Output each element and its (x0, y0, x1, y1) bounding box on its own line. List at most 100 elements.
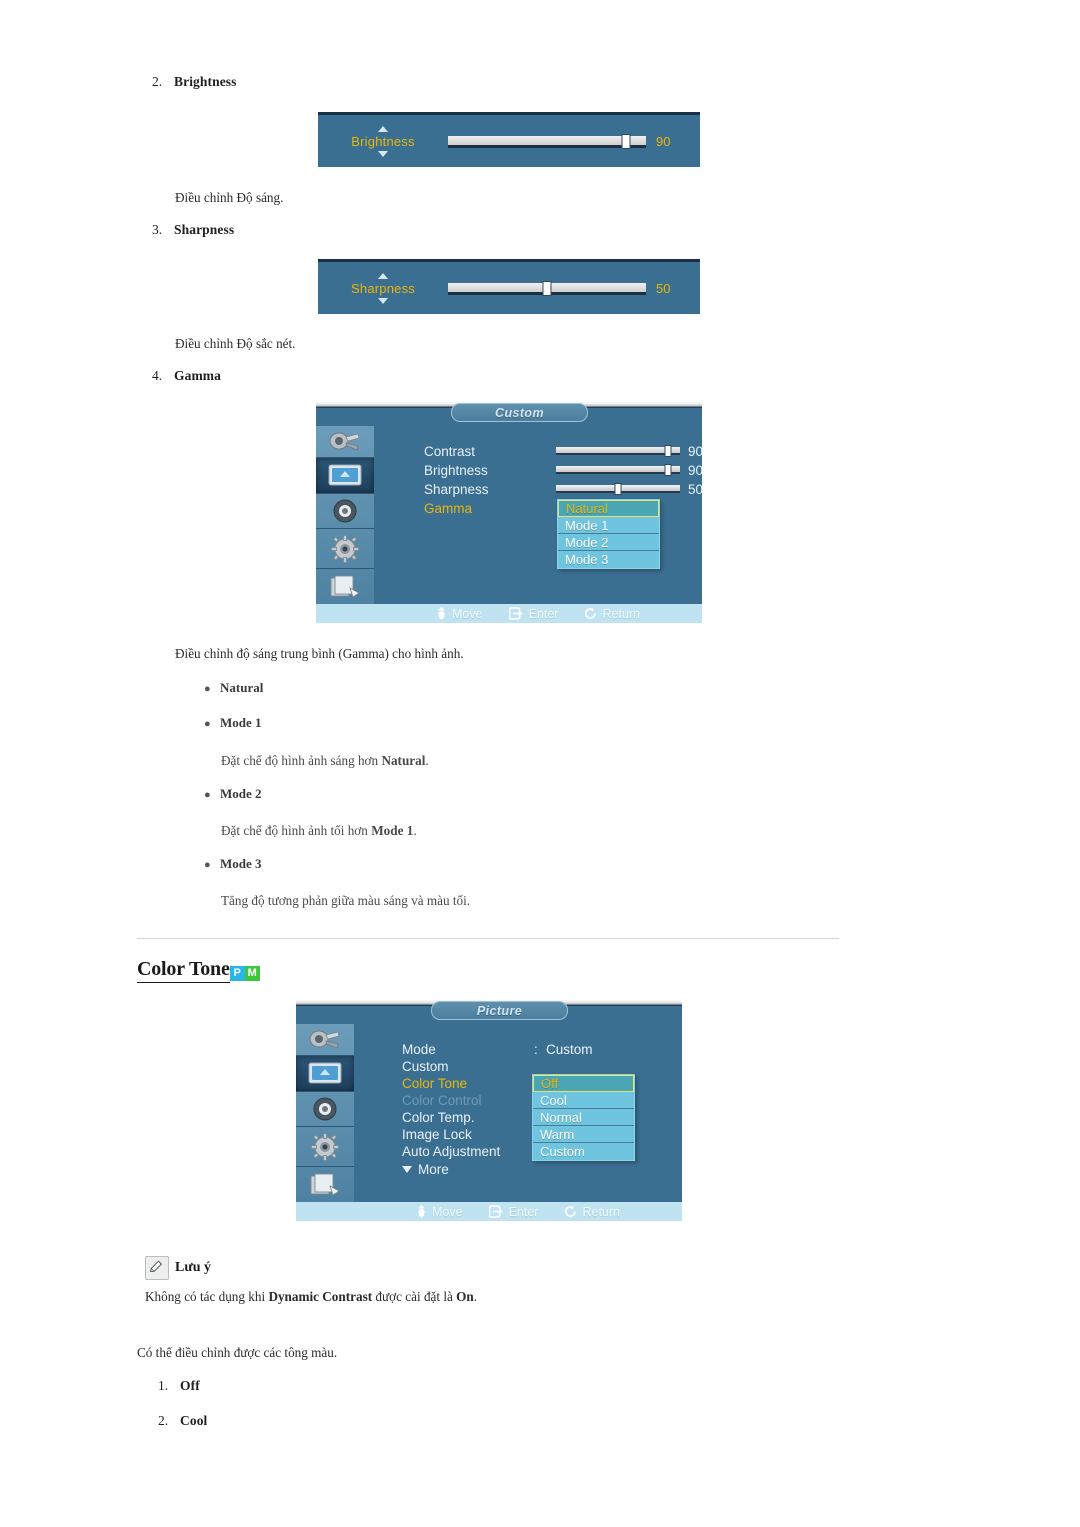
sidebar-item-sound[interactable] (296, 1092, 354, 1128)
osd-row-custom[interactable]: Custom (402, 1058, 534, 1075)
sidebar-item-setup[interactable] (296, 1127, 354, 1168)
input-source-icon (329, 432, 360, 451)
osd-row-mode[interactable]: Mode : Custom (402, 1041, 593, 1058)
bullet-natural: ● Natural (204, 680, 263, 696)
osd-row-brightness[interactable]: Brightness 90 (424, 462, 702, 479)
sidebar-item-input[interactable] (296, 1024, 354, 1056)
input-source-icon (309, 1030, 340, 1049)
dropdown-option-normal[interactable]: Normal (533, 1109, 634, 1126)
dropdown-option-warm[interactable]: Warm (533, 1126, 634, 1143)
mode1-description: Đặt chế độ hình ảnh sáng hơn Natural. (221, 751, 429, 770)
osd-sidebar[interactable] (316, 426, 374, 604)
osd-more-row[interactable]: More (402, 1162, 449, 1177)
bottombar-enter[interactable]: Enter (488, 1205, 538, 1219)
list-label: Sharpness (174, 222, 235, 237)
osd-row-color-temp[interactable]: Color Temp. : (402, 1109, 546, 1126)
triangle-down-icon[interactable] (378, 150, 388, 157)
osd-row-auto-adjustment[interactable]: Auto Adjustment : (402, 1143, 546, 1160)
sharpness-thumb[interactable] (542, 280, 552, 296)
contrast-slider[interactable] (556, 445, 680, 457)
sidebar-item-picture[interactable] (296, 1055, 354, 1092)
gamma-description: Điều chỉnh độ sáng trung bình (Gamma) ch… (175, 646, 464, 661)
color-tone-dropdown[interactable]: Off Cool Normal Warm Custom (532, 1074, 635, 1161)
mode2-desc-bold: Mode 1 (371, 823, 414, 838)
enter-icon (488, 1205, 503, 1218)
dropdown-option-custom[interactable]: Custom (533, 1143, 634, 1160)
sidebar-item-setup[interactable] (316, 529, 374, 570)
dropdown-option-mode3[interactable]: Mode 3 (558, 551, 659, 568)
osd-row-gamma[interactable]: Gamma : (424, 500, 568, 517)
note-text-before: Không có tác dụng khi (145, 1289, 269, 1304)
note-text-bold1: Dynamic Contrast (268, 1289, 373, 1304)
triangle-down-icon[interactable] (378, 297, 388, 304)
dropdown-option-off[interactable]: Off (533, 1075, 634, 1092)
sharpness-track[interactable] (448, 280, 646, 296)
section-divider (137, 938, 839, 939)
osd-sidebar[interactable] (296, 1024, 354, 1202)
dropdown-option-natural[interactable]: Natural (558, 500, 659, 517)
bullet-label: Mode 1 (220, 715, 262, 730)
osd-sharpness-slider-widget[interactable]: Sharpness 50 (318, 259, 700, 314)
bottombar-move[interactable]: Move (436, 607, 483, 621)
mode2-desc-tail: . (413, 823, 417, 838)
picture-icon (308, 1062, 342, 1084)
bullet-dot: ● (204, 683, 211, 695)
brightness-row-value: 90 (688, 463, 702, 478)
sidebar-item-picture[interactable] (316, 457, 374, 494)
brightness-row-thumb[interactable] (664, 464, 672, 476)
sidebar-item-input[interactable] (316, 426, 374, 458)
bottombar-move[interactable]: Move (416, 1205, 463, 1219)
bullet-mode2: ● Mode 2 (204, 786, 262, 802)
sidebar-item-multicontrol[interactable] (316, 569, 374, 604)
row-name: Mode (402, 1042, 436, 1057)
more-label: More (418, 1162, 449, 1177)
row-name: Contrast (424, 444, 476, 459)
bullet-label: Natural (220, 680, 264, 695)
osd-title: Picture (431, 1001, 568, 1020)
brightness-thumb[interactable] (621, 133, 631, 149)
enter-icon (508, 607, 523, 620)
list-marker: 1. (158, 1378, 169, 1393)
sharpness-row-thumb[interactable] (614, 483, 622, 495)
sound-speaker-icon (333, 499, 357, 523)
triangle-up-icon[interactable] (378, 272, 388, 279)
row-name: Auto Adjustment (402, 1144, 501, 1159)
row-name: Color Tone (402, 1076, 468, 1091)
row-colon: : (534, 1042, 538, 1057)
osd-custom-menu[interactable]: Custom Contrast 90 Brightness 90 Sharpne… (316, 402, 702, 623)
osd-row-contrast[interactable]: Contrast 90 (424, 443, 702, 460)
return-icon (585, 607, 597, 619)
bottombar-return-label: Return (582, 1204, 620, 1219)
bottombar-return[interactable]: Return (564, 1205, 620, 1219)
osd-body: Contrast 90 Brightness 90 Sharpness 50 G… (374, 426, 702, 604)
bottombar-return[interactable]: Return (584, 607, 640, 621)
osd-row-sharpness[interactable]: Sharpness 50 (424, 481, 702, 498)
list-marker: 3. (152, 222, 163, 237)
sharpness-row-slider[interactable] (556, 483, 680, 495)
osd-picture-menu[interactable]: Picture Mode: Custom Custom Color Tone … (296, 1000, 682, 1221)
bottombar-enter[interactable]: Enter (508, 607, 558, 621)
mode1-desc-bold: Natural (381, 753, 426, 768)
osd-bottombar: Move Enter Return (316, 604, 702, 623)
sidebar-item-sound[interactable] (316, 494, 374, 530)
bullet-dot: ● (204, 859, 211, 871)
osd-brightness-slider-widget[interactable]: Brightness 90 (318, 112, 700, 167)
osd-row-image-lock[interactable]: Image Lock : (402, 1126, 546, 1143)
mode3-description: Tăng độ tương phản giữa màu sáng và màu … (221, 893, 471, 908)
osd-body: Mode : Custom Custom Color Tone : Color … (354, 1024, 682, 1202)
osd-row-color-tone[interactable]: Color Tone : (402, 1075, 546, 1092)
gamma-dropdown[interactable]: Natural Mode 1 Mode 2 Mode 3 (557, 499, 660, 569)
triangle-up-icon[interactable] (378, 125, 388, 132)
brightness-row-slider[interactable] (556, 464, 680, 476)
contrast-thumb[interactable] (664, 445, 672, 457)
brightness-label-box: Brightness (318, 125, 448, 157)
color-tone-intro: Có thể điều chỉnh được các tông màu. (137, 1345, 338, 1360)
note-header: Lưu ý (145, 1256, 211, 1280)
sidebar-item-multicontrol[interactable] (296, 1167, 354, 1202)
brightness-track[interactable] (448, 133, 646, 149)
osd-row-color-control: Color Control (402, 1092, 534, 1109)
dropdown-option-cool[interactable]: Cool (533, 1092, 634, 1109)
dropdown-option-mode2[interactable]: Mode 2 (558, 534, 659, 551)
dropdown-option-mode1[interactable]: Mode 1 (558, 517, 659, 534)
note-text-middle: được cài đặt là (372, 1289, 457, 1304)
